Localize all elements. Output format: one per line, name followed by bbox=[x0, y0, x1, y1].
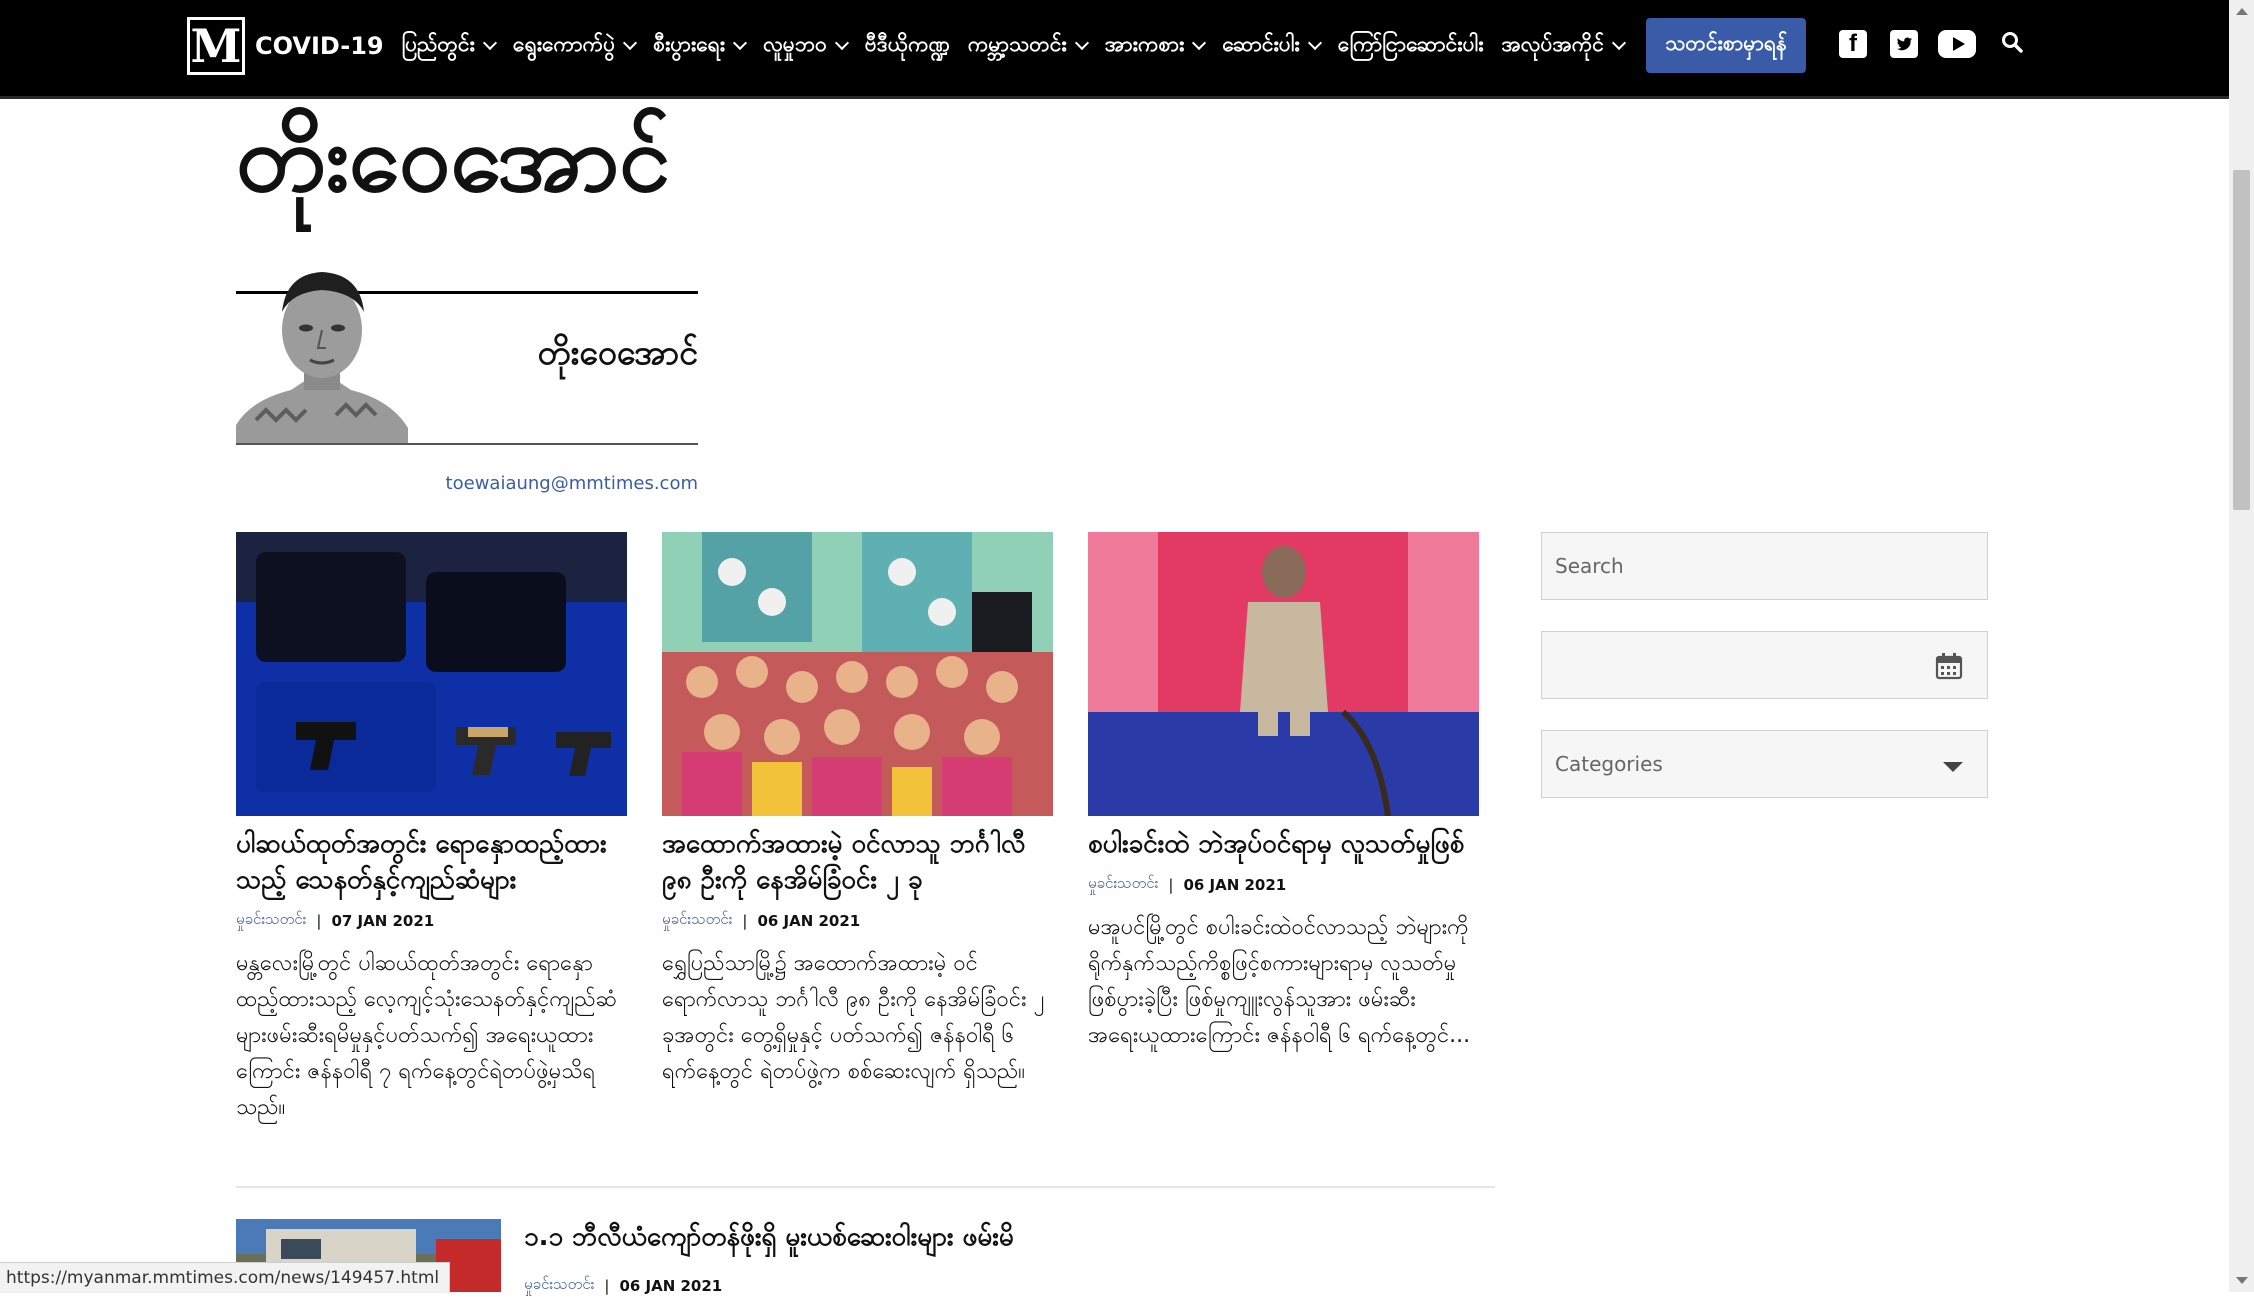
sidebar-date-picker[interactable] bbox=[1541, 631, 1988, 699]
article-thumbnail[interactable] bbox=[662, 532, 1053, 816]
article-category-link[interactable]: မှုခင်းသတင်း bbox=[236, 910, 306, 932]
nav-item-covid[interactable]: COVID-19 bbox=[255, 32, 384, 60]
nav-item-sports[interactable]: အားကစား bbox=[1105, 31, 1207, 62]
nav-item-local[interactable]: ပြည်တွင်း bbox=[402, 31, 497, 62]
meta-separator: | bbox=[316, 912, 322, 930]
chevron-down-icon bbox=[1074, 35, 1089, 51]
page-scrollbar[interactable] bbox=[2229, 0, 2254, 1292]
top-navigation-bar: M COVID-19 ပြည်တွင်း ရွေးကောက်ပွဲ စီးပွာ… bbox=[0, 0, 2229, 99]
article-category-link[interactable]: မှုခင်းသတင်း bbox=[662, 910, 732, 932]
meta-separator: | bbox=[604, 1277, 610, 1295]
subscribe-button[interactable]: သတင်းစာမှာရန် bbox=[1646, 18, 1806, 73]
article-category-link[interactable]: မှုခင်းသတင်း bbox=[1088, 874, 1158, 896]
nav-item-lifestyle[interactable]: လူမှုဘဝ bbox=[763, 31, 849, 62]
article-title[interactable]: ၁.၁ ဘီလီယံကျော်တန်ဖိုးရှိ မူးယစ်ဆေးဝါးမျ… bbox=[524, 1219, 1014, 1258]
article-title[interactable]: စပါးခင်းထဲ ဘဲအုပ်ဝင်ရာမှ လူသတ်မှုဖြစ် bbox=[1088, 826, 1479, 862]
calendar-icon[interactable] bbox=[1935, 652, 1963, 680]
chevron-down-icon bbox=[732, 35, 748, 51]
browser-status-url: https://myanmar.mmtimes.com/news/149457.… bbox=[0, 1262, 451, 1293]
article-date: 06 JAN 2021 bbox=[619, 1277, 723, 1295]
chevron-down-icon bbox=[623, 35, 638, 51]
article-meta: မှုခင်းသတင်း | 06 JAN 2021 bbox=[1088, 874, 1479, 896]
author-name: တိုးဝေအောင် bbox=[537, 333, 698, 373]
article-date: 06 JAN 2021 bbox=[1183, 876, 1287, 894]
section-divider bbox=[236, 1186, 1495, 1188]
sidebar-categories-select[interactable]: Categories bbox=[1541, 730, 1988, 798]
article-card: ပါဆယ်ထုတ်အတွင်း ရောနှောထည့်ထားသည့် သေနတ်… bbox=[236, 532, 627, 1126]
article-meta: မှုခင်းသတင်း | 06 JAN 2021 bbox=[662, 910, 1053, 932]
author-email-link[interactable]: toewaiaung@mmtimes.com bbox=[446, 473, 698, 494]
article-meta: မှုခင်းသတင်း | 06 JAN 2021 bbox=[524, 1275, 722, 1297]
article-meta: မှုခင်းသတင်း | 07 JAN 2021 bbox=[236, 910, 627, 932]
chevron-down-icon bbox=[1307, 35, 1322, 51]
sidebar-search-input[interactable]: Search bbox=[1541, 532, 1988, 600]
meta-separator: | bbox=[1168, 876, 1174, 894]
search-icon[interactable] bbox=[2000, 30, 2024, 54]
categories-label: Categories bbox=[1555, 752, 1663, 776]
nav-item-video[interactable]: ဗီဒီယိုကဏ္ဍ bbox=[865, 31, 950, 62]
scroll-down-arrow-icon[interactable] bbox=[2236, 1277, 2248, 1284]
chevron-down-icon bbox=[1192, 35, 1207, 51]
article-date: 07 JAN 2021 bbox=[331, 912, 435, 930]
nav-item-election[interactable]: ရွေးကောက်ပွဲ bbox=[513, 31, 638, 62]
nav-item-world[interactable]: ကမ္ဘာ့သတင်း bbox=[968, 31, 1089, 62]
article-excerpt: မန္တလေးမြို့တွင် ပါဆယ်ထုတ်အတွင်း ရောနှော… bbox=[236, 951, 617, 1120]
article-title[interactable]: အထောက်အထားမဲ့ ဝင်လာသူ ဘင်္ဂါလီ ၉၈ ဦးကို … bbox=[662, 826, 1053, 898]
article-title[interactable]: ပါဆယ်ထုတ်အတွင်း ရောနှောထည့်ထားသည့် သေနတ်… bbox=[236, 826, 627, 898]
twitter-icon[interactable] bbox=[1890, 30, 1918, 58]
article-card: စပါးခင်းထဲ ဘဲအုပ်ဝင်ရာမှ လူသတ်မှုဖြစ် မှ… bbox=[1088, 532, 1479, 1054]
site-logo[interactable]: M bbox=[187, 17, 245, 75]
article-date: 06 JAN 2021 bbox=[757, 912, 861, 930]
scroll-up-arrow-icon[interactable] bbox=[2236, 8, 2248, 15]
nav-item-jobs[interactable]: အလုပ်အကိုင် bbox=[1502, 31, 1627, 62]
article-category-link[interactable]: မှုခင်းသတင်း bbox=[524, 1275, 594, 1297]
nav-item-business[interactable]: စီးပွားရေး bbox=[653, 31, 748, 62]
divider bbox=[236, 443, 698, 445]
article-excerpt: မအူပင်မြို့တွင် စပါးခင်းထဲဝင်လာသည့် ဘဲမျ… bbox=[1088, 915, 1471, 1048]
article-card: အထောက်အထားမဲ့ ဝင်လာသူ ဘင်္ဂါလီ ၉၈ ဦးကို … bbox=[662, 532, 1053, 1090]
dropdown-caret-icon bbox=[1943, 762, 1963, 772]
meta-separator: | bbox=[742, 912, 748, 930]
article-thumbnail[interactable] bbox=[1088, 532, 1479, 816]
main-menu: COVID-19 ပြည်တွင်း ရွေးကောက်ပွဲ စီးပွားရ… bbox=[255, 0, 1642, 92]
chevron-down-icon bbox=[834, 35, 849, 51]
scrollbar-thumb[interactable] bbox=[2233, 170, 2250, 510]
chevron-down-icon bbox=[482, 35, 497, 51]
page-title: တိုးဝေအောင် bbox=[236, 105, 671, 212]
author-avatar bbox=[236, 250, 408, 443]
article-excerpt: ရွှေပြည်သာမြို့၌ အထောက်အထားမဲ့ ဝင်ရောက်လ… bbox=[662, 951, 1045, 1084]
article-thumbnail[interactable] bbox=[236, 532, 627, 816]
nav-item-articles[interactable]: ဆောင်းပါး bbox=[1222, 31, 1322, 62]
facebook-icon[interactable]: f bbox=[1839, 30, 1867, 58]
chevron-down-icon bbox=[1611, 35, 1627, 51]
youtube-icon[interactable] bbox=[1938, 30, 1976, 58]
nav-item-advertorial[interactable]: ကြော်ငြာဆောင်းပါး bbox=[1338, 31, 1484, 62]
